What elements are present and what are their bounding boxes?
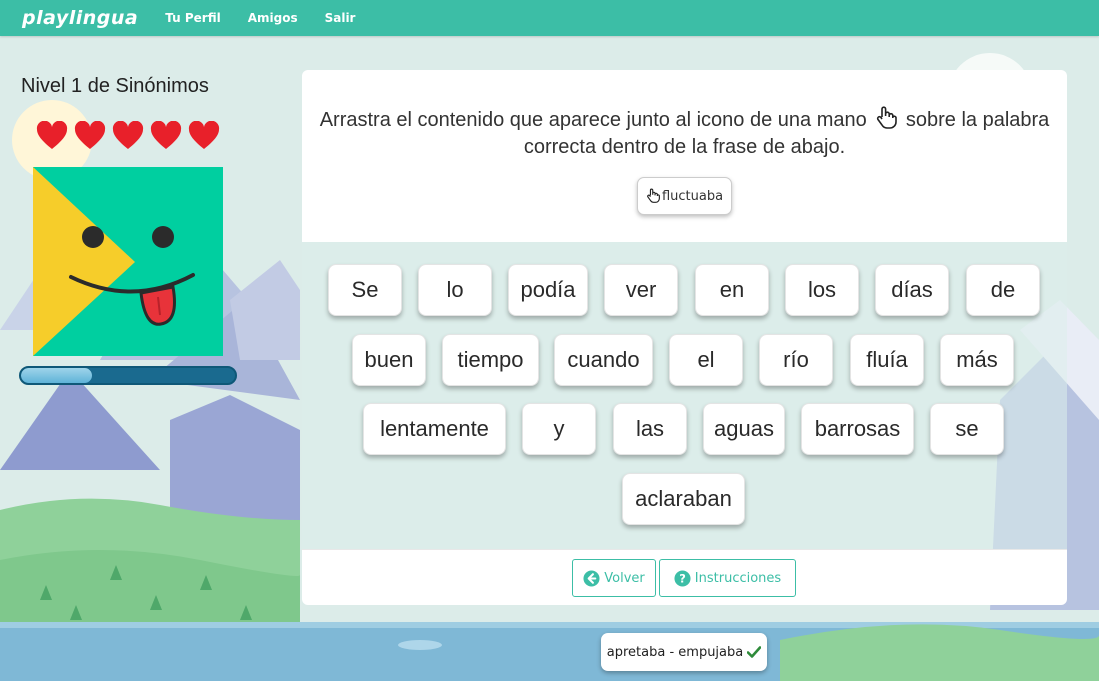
instructions-panel: Arrastra el contenido que aparece junto … bbox=[302, 70, 1067, 242]
draggable-word-label: fluctuaba bbox=[661, 188, 724, 204]
instructions-button-label: Instrucciones bbox=[694, 570, 782, 586]
answer-feedback-text: apretaba - empujaba bbox=[606, 644, 744, 660]
sentence-words-area: Se lo podía ver en los días de buen tiempo cuando e… bbox=[302, 242, 1067, 549]
draggable-word-chip[interactable]: fluctuaba bbox=[637, 177, 732, 215]
exercise-footer: Volver ? Instrucciones bbox=[302, 549, 1067, 605]
instructions-part1: Arrastra el contenido que aparece junto … bbox=[319, 109, 867, 131]
sentence-word-tile[interactable]: de bbox=[966, 264, 1040, 316]
back-button-label: Volver bbox=[604, 570, 645, 586]
nav-link-friends[interactable]: Amigos bbox=[248, 11, 298, 25]
instructions-text: Arrastra el contenido que aparece junto … bbox=[302, 106, 1067, 161]
sentence-word-tile[interactable]: tiempo bbox=[442, 334, 539, 386]
sentence-word-tile[interactable]: podía bbox=[508, 264, 588, 316]
heart-icon bbox=[74, 121, 106, 149]
sentence-word-tile[interactable]: aguas bbox=[703, 403, 785, 455]
sentence-word-tile[interactable]: Se bbox=[328, 264, 402, 316]
heart-icon bbox=[112, 121, 144, 149]
sentence-word-tile[interactable]: lentamente bbox=[363, 403, 506, 455]
sentence-word-tile[interactable]: el bbox=[669, 334, 743, 386]
svg-text:?: ? bbox=[679, 571, 686, 585]
question-circle-icon: ? bbox=[674, 569, 691, 587]
back-button[interactable]: Volver bbox=[572, 559, 656, 597]
sentence-word-tile[interactable]: cuando bbox=[554, 334, 653, 386]
hand-pointer-icon bbox=[647, 188, 660, 203]
lives-hearts bbox=[36, 121, 220, 151]
level-title: Nivel 1 de Sinónimos bbox=[21, 75, 209, 97]
instructions-button[interactable]: ? Instrucciones bbox=[659, 559, 796, 597]
exercise-card: Arrastra el contenido que aparece junto … bbox=[302, 70, 1067, 605]
sentence-word-tile[interactable]: las bbox=[613, 403, 687, 455]
heart-icon bbox=[188, 121, 220, 149]
level-progress-fill bbox=[21, 368, 92, 383]
sentence-word-tile[interactable]: río bbox=[759, 334, 833, 386]
sentence-word-tile[interactable]: lo bbox=[418, 264, 492, 316]
sentence-word-tile[interactable]: barrosas bbox=[801, 403, 914, 455]
sentence-word-tile[interactable]: días bbox=[875, 264, 949, 316]
nav-link-logout[interactable]: Salir bbox=[325, 11, 356, 25]
sentence-word-tile[interactable]: ver bbox=[604, 264, 678, 316]
hand-pointer-icon bbox=[877, 106, 898, 129]
playlingua-logo[interactable]: playlingua bbox=[22, 7, 138, 29]
arrow-circle-left-icon bbox=[583, 569, 600, 587]
top-navbar: playlingua Tu Perfil Amigos Salir bbox=[0, 0, 1099, 36]
sentence-word-tile[interactable]: aclaraban bbox=[622, 473, 745, 525]
sentence-word-tile[interactable]: y bbox=[522, 403, 596, 455]
sentence-word-tile[interactable]: se bbox=[930, 403, 1004, 455]
nav-link-profile[interactable]: Tu Perfil bbox=[165, 11, 220, 25]
heart-icon bbox=[150, 121, 182, 149]
check-icon bbox=[747, 646, 762, 658]
sentence-word-tile[interactable]: buen bbox=[352, 334, 426, 386]
sentence-word-tile[interactable]: en bbox=[695, 264, 769, 316]
answer-feedback-chip: apretaba - empujaba bbox=[601, 633, 767, 671]
sentence-word-tile[interactable]: fluía bbox=[850, 334, 924, 386]
heart-icon bbox=[36, 121, 68, 149]
mascot-avatar bbox=[33, 167, 223, 356]
level-progress-bar bbox=[19, 366, 237, 385]
sentence-word-tile[interactable]: los bbox=[785, 264, 859, 316]
sentence-word-tile[interactable]: más bbox=[940, 334, 1014, 386]
